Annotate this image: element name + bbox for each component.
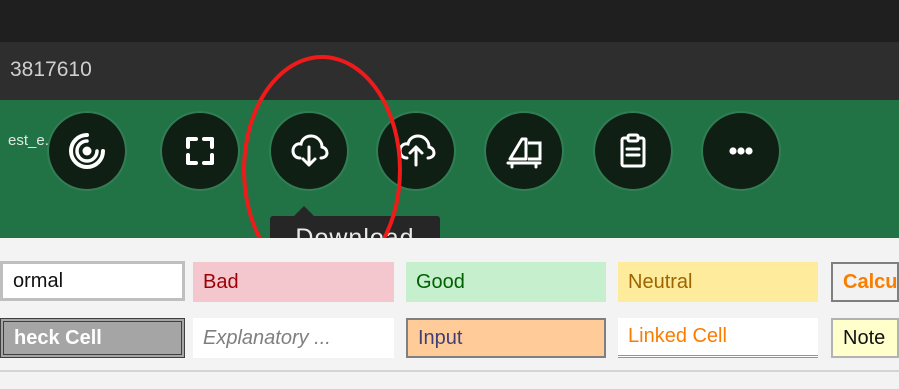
fullscreen-icon: [186, 137, 214, 165]
address-text: 3817610: [10, 58, 92, 81]
style-bad[interactable]: Bad: [193, 262, 394, 302]
style-neutral[interactable]: Neutral: [618, 262, 818, 302]
style-input[interactable]: Input: [406, 318, 606, 358]
fullscreen-button[interactable]: [162, 113, 238, 189]
clipboard-button[interactable]: [595, 113, 671, 189]
more-icon: [729, 147, 753, 155]
present-button[interactable]: [486, 113, 562, 189]
style-explanatory[interactable]: Explanatory ...: [193, 318, 394, 358]
clipboard-icon: [620, 133, 646, 168]
style-linked-cell[interactable]: Linked Cell: [618, 318, 818, 358]
style-normal[interactable]: ormal: [0, 261, 185, 301]
loading-ring-icon: [69, 133, 105, 169]
browser-top-bar: [0, 0, 899, 42]
style-calculation[interactable]: Calcu: [831, 262, 899, 302]
loading-ring-button[interactable]: [49, 113, 125, 189]
present-icon: [506, 137, 542, 169]
style-check-cell[interactable]: heck Cell: [0, 318, 185, 358]
more-button[interactable]: [703, 113, 779, 189]
gallery-divider: [0, 370, 899, 372]
style-note[interactable]: Note: [831, 318, 899, 358]
address-bar[interactable]: [0, 42, 899, 100]
style-good[interactable]: Good: [406, 262, 606, 302]
